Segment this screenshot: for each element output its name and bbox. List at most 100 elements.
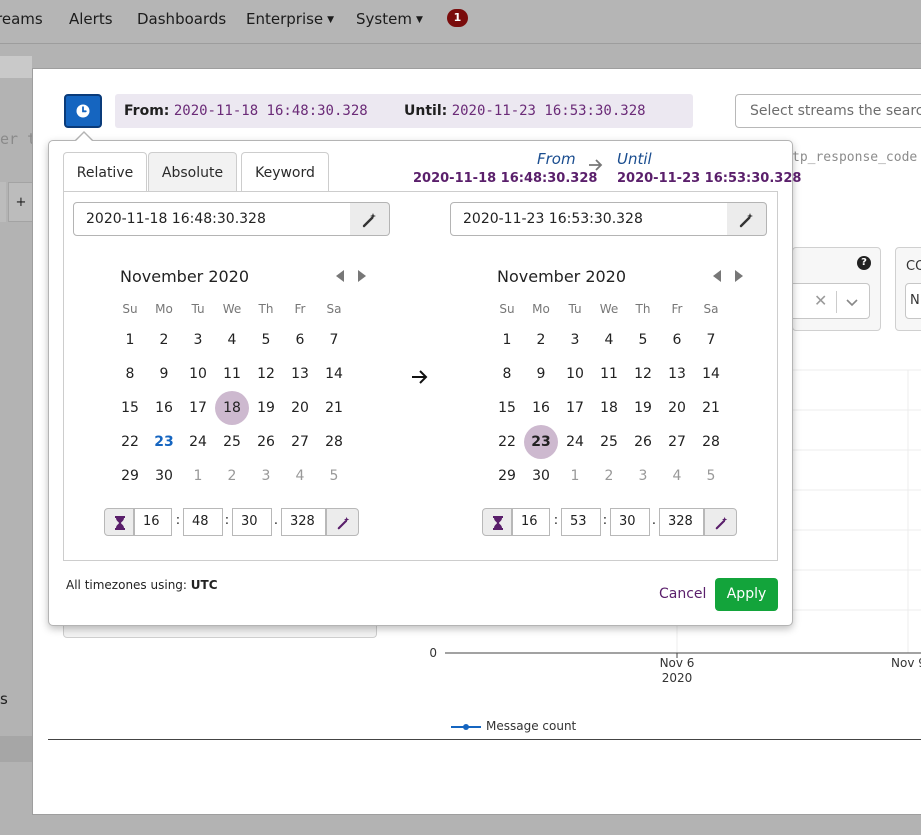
until-calendar-day[interactable]: 19 [626, 391, 660, 425]
stream-select[interactable]: Select streams the search [735, 94, 921, 128]
from-hours-input[interactable]: 16 [134, 508, 172, 536]
until-calendar-day[interactable]: 24 [558, 425, 592, 459]
help-icon[interactable]: ? [857, 256, 871, 270]
until-minutes-input[interactable]: 53 [561, 508, 601, 536]
from-calendar-day[interactable]: 7 [317, 323, 351, 357]
from-millis-input[interactable]: 328 [281, 508, 326, 536]
until-seconds-input[interactable]: 30 [610, 508, 650, 536]
until-calendar-day[interactable]: 13 [660, 357, 694, 391]
from-calendar-day[interactable]: 17 [181, 391, 215, 425]
from-calendar-day[interactable]: 12 [249, 357, 283, 391]
nav-item-system[interactable]: System ▼ [356, 10, 423, 28]
from-calendar-day[interactable]: 27 [283, 425, 317, 459]
from-calendar-day[interactable]: 13 [283, 357, 317, 391]
from-calendar-day[interactable]: 2 [147, 323, 181, 357]
from-hourglass-button[interactable] [104, 508, 134, 536]
from-calendar-day[interactable]: 24 [181, 425, 215, 459]
from-calendar-day[interactable]: 23 [147, 425, 181, 459]
from-calendar-day[interactable]: 15 [113, 391, 147, 425]
from-date-input[interactable]: 2020-11-18 16:48:30.328 [73, 202, 351, 236]
clear-icon[interactable]: ✕ [814, 291, 827, 310]
from-calendar-day[interactable]: 30 [147, 459, 181, 493]
tab-keyword[interactable]: Keyword [241, 152, 329, 192]
notification-badge[interactable]: 1 [447, 9, 468, 27]
until-calendar-day[interactable]: 11 [592, 357, 626, 391]
tab-relative[interactable]: Relative [63, 152, 147, 192]
until-calendar-day[interactable]: 3 [558, 323, 592, 357]
until-calendar-day[interactable]: 17 [558, 391, 592, 425]
from-calendar-day[interactable]: 9 [147, 357, 181, 391]
from-calendar-day[interactable]: 28 [317, 425, 351, 459]
from-calendar-day[interactable]: 14 [317, 357, 351, 391]
from-calendar-day[interactable]: 10 [181, 357, 215, 391]
until-calendar-day[interactable]: 25 [592, 425, 626, 459]
from-calendar-day[interactable]: 3 [249, 459, 283, 493]
from-calendar-day[interactable]: 2 [215, 459, 249, 493]
from-seconds-input[interactable]: 30 [232, 508, 272, 536]
until-calendar-day[interactable]: 2 [524, 323, 558, 357]
until-calendar-day[interactable]: 8 [490, 357, 524, 391]
from-calendar-day[interactable]: 4 [215, 323, 249, 357]
apply-button[interactable]: Apply [715, 578, 778, 611]
until-hourglass-button[interactable] [482, 508, 512, 536]
until-calendar-day[interactable]: 26 [626, 425, 660, 459]
until-calendar-day[interactable]: 2 [592, 459, 626, 493]
from-calendar-day[interactable]: 18 [215, 391, 249, 425]
time-range-summary[interactable]: From: 2020-11-18 16:48:30.328 Until: 202… [115, 94, 693, 128]
from-calendar-day[interactable]: 26 [249, 425, 283, 459]
until-calendar-day[interactable]: 21 [694, 391, 728, 425]
filter-select[interactable]: ✕ [792, 283, 870, 319]
until-calendar-day[interactable]: 22 [490, 425, 524, 459]
until-calendar-day[interactable]: 30 [524, 459, 558, 493]
until-calendar-day[interactable]: 3 [626, 459, 660, 493]
from-calendar-day[interactable]: 8 [113, 357, 147, 391]
from-time-magic-button[interactable] [326, 508, 359, 536]
caret-right-icon[interactable] [358, 270, 366, 282]
until-calendar-day[interactable]: 16 [524, 391, 558, 425]
until-magic-button[interactable] [727, 202, 767, 236]
until-calendar-day[interactable]: 7 [694, 323, 728, 357]
from-calendar-day[interactable]: 1 [113, 323, 147, 357]
until-calendar-day[interactable]: 5 [626, 323, 660, 357]
from-calendar-day[interactable]: 25 [215, 425, 249, 459]
from-calendar-day[interactable]: 1 [181, 459, 215, 493]
from-minutes-input[interactable]: 48 [183, 508, 223, 536]
from-calendar-day[interactable]: 20 [283, 391, 317, 425]
time-range-button[interactable] [64, 94, 102, 128]
nav-item-alerts[interactable]: Alerts [69, 10, 113, 28]
chevron-down-icon[interactable] [844, 291, 860, 313]
second-panel-input[interactable]: N [905, 283, 921, 319]
from-calendar-day[interactable]: 16 [147, 391, 181, 425]
until-date-input[interactable]: 2020-11-23 16:53:30.328 [450, 202, 728, 236]
until-calendar-day[interactable]: 5 [694, 459, 728, 493]
until-calendar-day[interactable]: 4 [660, 459, 694, 493]
nav-item-dashboards[interactable]: Dashboards [137, 10, 226, 28]
from-calendar-day[interactable]: 11 [215, 357, 249, 391]
until-calendar-day[interactable]: 27 [660, 425, 694, 459]
from-calendar-day[interactable]: 19 [249, 391, 283, 425]
from-calendar-day[interactable]: 3 [181, 323, 215, 357]
until-calendar-day[interactable]: 14 [694, 357, 728, 391]
until-calendar-day[interactable]: 1 [490, 323, 524, 357]
until-month-nav[interactable] [711, 269, 747, 283]
cancel-button[interactable]: Cancel [659, 586, 706, 602]
until-calendar-day[interactable]: 23 [524, 425, 558, 459]
from-calendar-day[interactable]: 5 [249, 323, 283, 357]
from-calendar-day[interactable]: 22 [113, 425, 147, 459]
until-millis-input[interactable]: 328 [659, 508, 704, 536]
until-time-magic-button[interactable] [704, 508, 737, 536]
from-calendar-day[interactable]: 5 [317, 459, 351, 493]
until-calendar-day[interactable]: 1 [558, 459, 592, 493]
until-calendar-day[interactable]: 18 [592, 391, 626, 425]
until-calendar-day[interactable]: 9 [524, 357, 558, 391]
until-calendar-day[interactable]: 20 [660, 391, 694, 425]
from-calendar-day[interactable]: 21 [317, 391, 351, 425]
until-calendar-day[interactable]: 10 [558, 357, 592, 391]
until-calendar-day[interactable]: 6 [660, 323, 694, 357]
caret-right-icon[interactable] [735, 270, 743, 282]
from-magic-button[interactable] [350, 202, 390, 236]
until-calendar-day[interactable]: 12 [626, 357, 660, 391]
tab-absolute[interactable]: Absolute [148, 152, 237, 192]
from-month-nav[interactable] [334, 269, 370, 283]
until-hours-input[interactable]: 16 [512, 508, 550, 536]
